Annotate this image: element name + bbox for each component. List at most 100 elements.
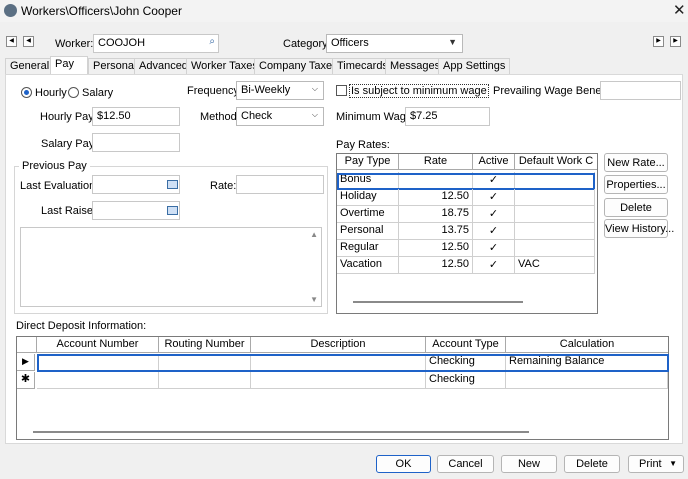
- column-header[interactable]: Description: [251, 337, 426, 353]
- salary-pay-label: Salary Pay:: [41, 138, 98, 150]
- hourly-pay-input[interactable]: $12.50: [92, 107, 180, 126]
- category-select[interactable]: Officers ▼: [326, 34, 463, 53]
- worker-label: Worker:: [55, 38, 94, 50]
- description-cell[interactable]: [251, 372, 426, 389]
- chevron-down-icon: ▼: [669, 459, 677, 468]
- last-evaluation-label: Last Evaluation:: [20, 180, 99, 192]
- calculation-cell[interactable]: [506, 372, 668, 389]
- row-header-corner: [17, 337, 37, 353]
- frequency-select[interactable]: Bi-Weekly ⌵: [236, 81, 324, 100]
- default-work-cell: [515, 189, 595, 206]
- view-history-button[interactable]: View History...: [604, 219, 674, 238]
- min-wage-checkbox[interactable]: [336, 85, 347, 96]
- next-record-icon[interactable]: ▶: [653, 36, 664, 47]
- print-button-label: Print: [639, 458, 662, 470]
- pay-type-cell: Regular: [337, 240, 399, 257]
- column-header[interactable]: Pay Type: [337, 154, 399, 170]
- column-header[interactable]: Active: [473, 154, 515, 170]
- calendar-icon[interactable]: [167, 206, 178, 215]
- horizontal-scrollbar[interactable]: [33, 431, 529, 433]
- hourly-radio[interactable]: [21, 87, 32, 98]
- rate-cell: 18.75: [399, 206, 473, 223]
- calendar-icon[interactable]: [167, 180, 178, 189]
- active-check-icon[interactable]: ✓: [473, 240, 515, 257]
- close-icon[interactable]: ✕: [673, 1, 686, 19]
- column-header[interactable]: Calculation: [506, 337, 668, 353]
- pay-type-cell: Personal: [337, 223, 399, 240]
- frequency-label: Frequency:: [187, 85, 243, 97]
- prevailing-wage-input[interactable]: [600, 81, 681, 100]
- worker-input[interactable]: COOJOH ⌕: [93, 34, 219, 53]
- direct-deposit-grid: Account Number Routing Number Descriptio…: [16, 336, 669, 440]
- active-check-icon[interactable]: ✓: [473, 189, 515, 206]
- account-type-cell[interactable]: Checking: [426, 372, 506, 389]
- last-record-icon[interactable]: ▶: [670, 36, 681, 47]
- new-rate-button[interactable]: New Rate...: [604, 153, 668, 172]
- min-wage-input[interactable]: $7.25: [405, 107, 490, 126]
- rate-cell: 12.50: [399, 240, 473, 257]
- tab-pay[interactable]: Pay: [50, 56, 88, 74]
- rate-cell: 12.50: [399, 257, 473, 274]
- cancel-button[interactable]: Cancel: [437, 455, 494, 473]
- chevron-down-icon: ⌵: [311, 84, 318, 93]
- previous-pay-title: Previous Pay: [19, 160, 90, 172]
- scroll-down-icon[interactable]: ▼: [310, 295, 318, 304]
- min-wage-label: Minimum Wage:: [336, 111, 416, 123]
- tab-advanced[interactable]: Advanced: [134, 58, 193, 74]
- tab-worker-taxes[interactable]: Worker Taxes: [186, 58, 263, 74]
- tab-company-taxes[interactable]: Company Taxes: [254, 58, 343, 74]
- rate-cell: 12.50: [399, 189, 473, 206]
- active-check-icon[interactable]: ✓: [473, 206, 515, 223]
- window-title: Workers\Officers\John Cooper: [21, 4, 182, 18]
- notes-memo[interactable]: ▲ ▼: [20, 227, 322, 307]
- salary-radio[interactable]: [68, 87, 79, 98]
- default-work-cell: [515, 206, 595, 223]
- salary-pay-input[interactable]: [92, 133, 180, 152]
- ok-button[interactable]: OK: [376, 455, 431, 473]
- column-header[interactable]: Routing Number: [159, 337, 251, 353]
- column-header[interactable]: Account Type: [426, 337, 506, 353]
- rate-label: Rate:: [210, 180, 237, 192]
- selected-row-outline: [37, 354, 669, 372]
- current-row-icon: ▶: [17, 354, 35, 371]
- category-label: Category:: [283, 38, 331, 50]
- routing-number-cell[interactable]: [159, 372, 251, 389]
- search-icon[interactable]: ⌕: [209, 36, 215, 47]
- previous-rate-input[interactable]: [236, 175, 324, 194]
- tab-timecards[interactable]: Timecards: [332, 58, 393, 74]
- pay-type-cell: Vacation: [337, 257, 399, 274]
- delete-button[interactable]: Delete: [564, 455, 620, 473]
- print-button[interactable]: Print ▼: [628, 455, 684, 473]
- column-header[interactable]: Account Number: [37, 337, 159, 353]
- pay-rates-label: Pay Rates:: [336, 139, 390, 151]
- chevron-down-icon: ▼: [448, 37, 457, 47]
- method-value: Check: [241, 110, 273, 122]
- column-header[interactable]: Default Work C: [515, 154, 597, 170]
- prev-record-icon[interactable]: ◀: [23, 36, 34, 47]
- active-check-icon[interactable]: ✓: [473, 223, 515, 240]
- scroll-up-icon[interactable]: ▲: [310, 230, 318, 239]
- active-check-icon[interactable]: ✓: [473, 257, 515, 274]
- default-work-cell: VAC: [515, 257, 595, 274]
- selected-row-outline: [337, 173, 595, 190]
- direct-deposit-label: Direct Deposit Information:: [16, 320, 147, 332]
- method-select[interactable]: Check ⌵: [236, 107, 324, 126]
- prevailing-wage-label: Prevailing Wage Benefit:: [493, 85, 614, 97]
- min-wage-checkbox-label: Is subject to minimum wage: [349, 84, 489, 98]
- tab-app-settings[interactable]: App Settings: [438, 58, 511, 74]
- first-record-icon[interactable]: ◀: [6, 36, 17, 47]
- salary-radio-label: Salary: [82, 87, 114, 99]
- hourly-radio-label: Hourly: [35, 87, 67, 99]
- title-bar: Workers\Officers\John Cooper ✕: [0, 0, 688, 22]
- horizontal-scrollbar[interactable]: [353, 301, 523, 303]
- chevron-down-icon: ⌵: [311, 110, 318, 119]
- new-button[interactable]: New: [501, 455, 557, 473]
- account-number-cell[interactable]: [37, 372, 159, 389]
- tab-messages[interactable]: Messages: [385, 58, 446, 74]
- last-raise-label: Last Raise:: [41, 205, 97, 217]
- tab-general[interactable]: General: [5, 58, 55, 74]
- method-label: Method:: [200, 111, 240, 123]
- column-header[interactable]: Rate: [399, 154, 473, 170]
- properties-button[interactable]: Properties...: [604, 175, 668, 194]
- delete-rate-button[interactable]: Delete: [604, 198, 668, 217]
